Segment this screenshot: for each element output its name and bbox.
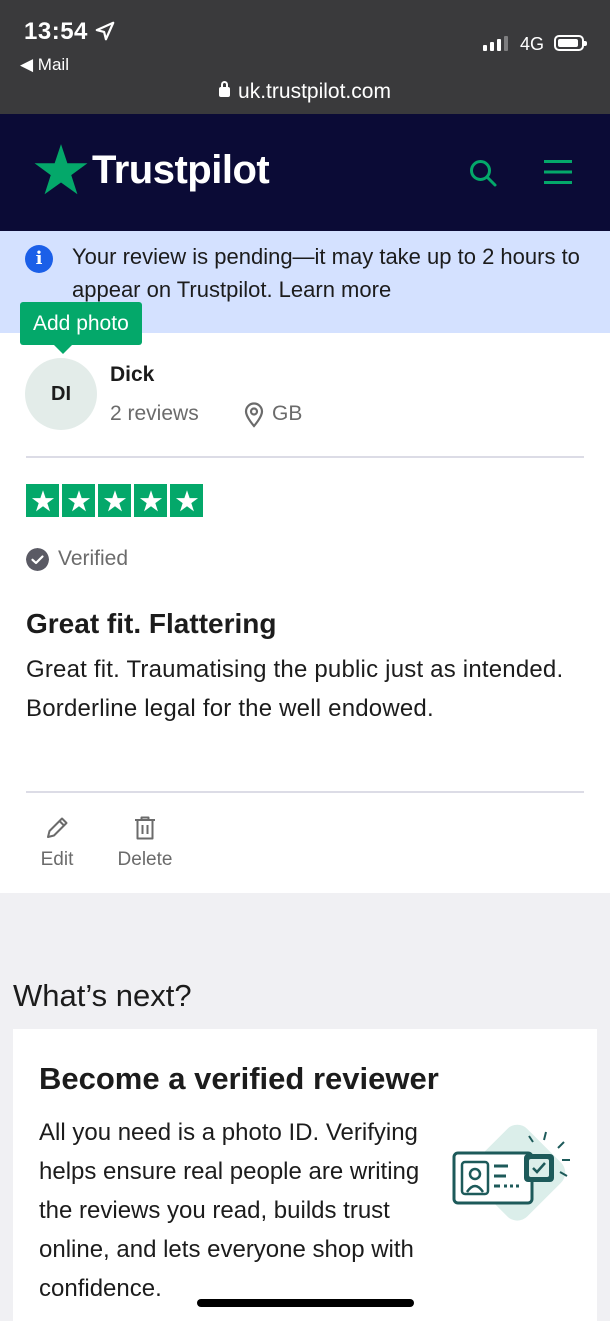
rating-star-icon <box>134 484 167 517</box>
rating-star-icon <box>26 484 59 517</box>
verify-card-title: Become a verified reviewer <box>39 1061 439 1096</box>
url-text: uk.trustpilot.com <box>238 80 391 103</box>
reviewer-name[interactable]: Dick <box>110 363 154 387</box>
address-bar[interactable]: uk.trustpilot.com <box>0 80 610 104</box>
edit-button[interactable]: Edit <box>34 815 80 871</box>
trustpilot-logo[interactable]: Trustpilot <box>34 143 270 197</box>
verify-card-body: All you need is a photo ID. Verifying he… <box>39 1119 420 1302</box>
rating-star-icon <box>62 484 95 517</box>
info-icon: i <box>25 245 53 273</box>
rating-star-icon <box>170 484 203 517</box>
location-arrow-icon <box>95 21 115 41</box>
banner-message[interactable]: Your review is pending—it may take up to… <box>72 240 582 306</box>
hamburger-menu-icon[interactable] <box>542 158 574 186</box>
network-type: 4G <box>520 34 545 54</box>
battery-icon <box>554 35 587 51</box>
delete-button[interactable]: Delete <box>112 815 178 871</box>
trash-icon <box>135 816 155 840</box>
pencil-icon <box>47 817 68 838</box>
edit-label: Edit <box>40 849 74 870</box>
verified-check-icon <box>26 548 49 571</box>
star-rating <box>26 484 203 517</box>
signal-strength-icon <box>483 36 508 51</box>
add-photo-tooltip-button[interactable]: Add photo <box>20 302 142 354</box>
trustpilot-star-icon <box>34 144 88 195</box>
review-body: Great fit. Traumatising the public just … <box>26 656 564 722</box>
divider <box>26 456 584 458</box>
logo-text: Trustpilot <box>92 147 270 192</box>
status-time: 13:54 <box>24 18 88 45</box>
back-to-mail-link[interactable]: ◀ Mail <box>20 55 69 75</box>
verified-label: Verified <box>58 547 129 570</box>
avatar[interactable]: DI <box>25 358 97 430</box>
divider <box>26 791 584 793</box>
delete-label: Delete <box>117 849 173 870</box>
search-icon[interactable] <box>468 158 498 188</box>
reviewer-country: GB <box>272 402 303 425</box>
location-pin-icon <box>244 402 264 428</box>
photo-id-icon <box>452 1124 570 1221</box>
review-title: Great fit. Flattering <box>26 608 277 639</box>
lock-icon <box>219 81 231 97</box>
reviewer-review-count: 2 reviews <box>110 402 199 425</box>
rating-star-icon <box>98 484 131 517</box>
home-indicator[interactable] <box>197 1299 414 1307</box>
ios-status-bar: 13:54 ◀ Mail 4G uk.trustpilot.com <box>0 0 610 114</box>
whats-next-heading: What’s next? <box>13 978 192 1013</box>
